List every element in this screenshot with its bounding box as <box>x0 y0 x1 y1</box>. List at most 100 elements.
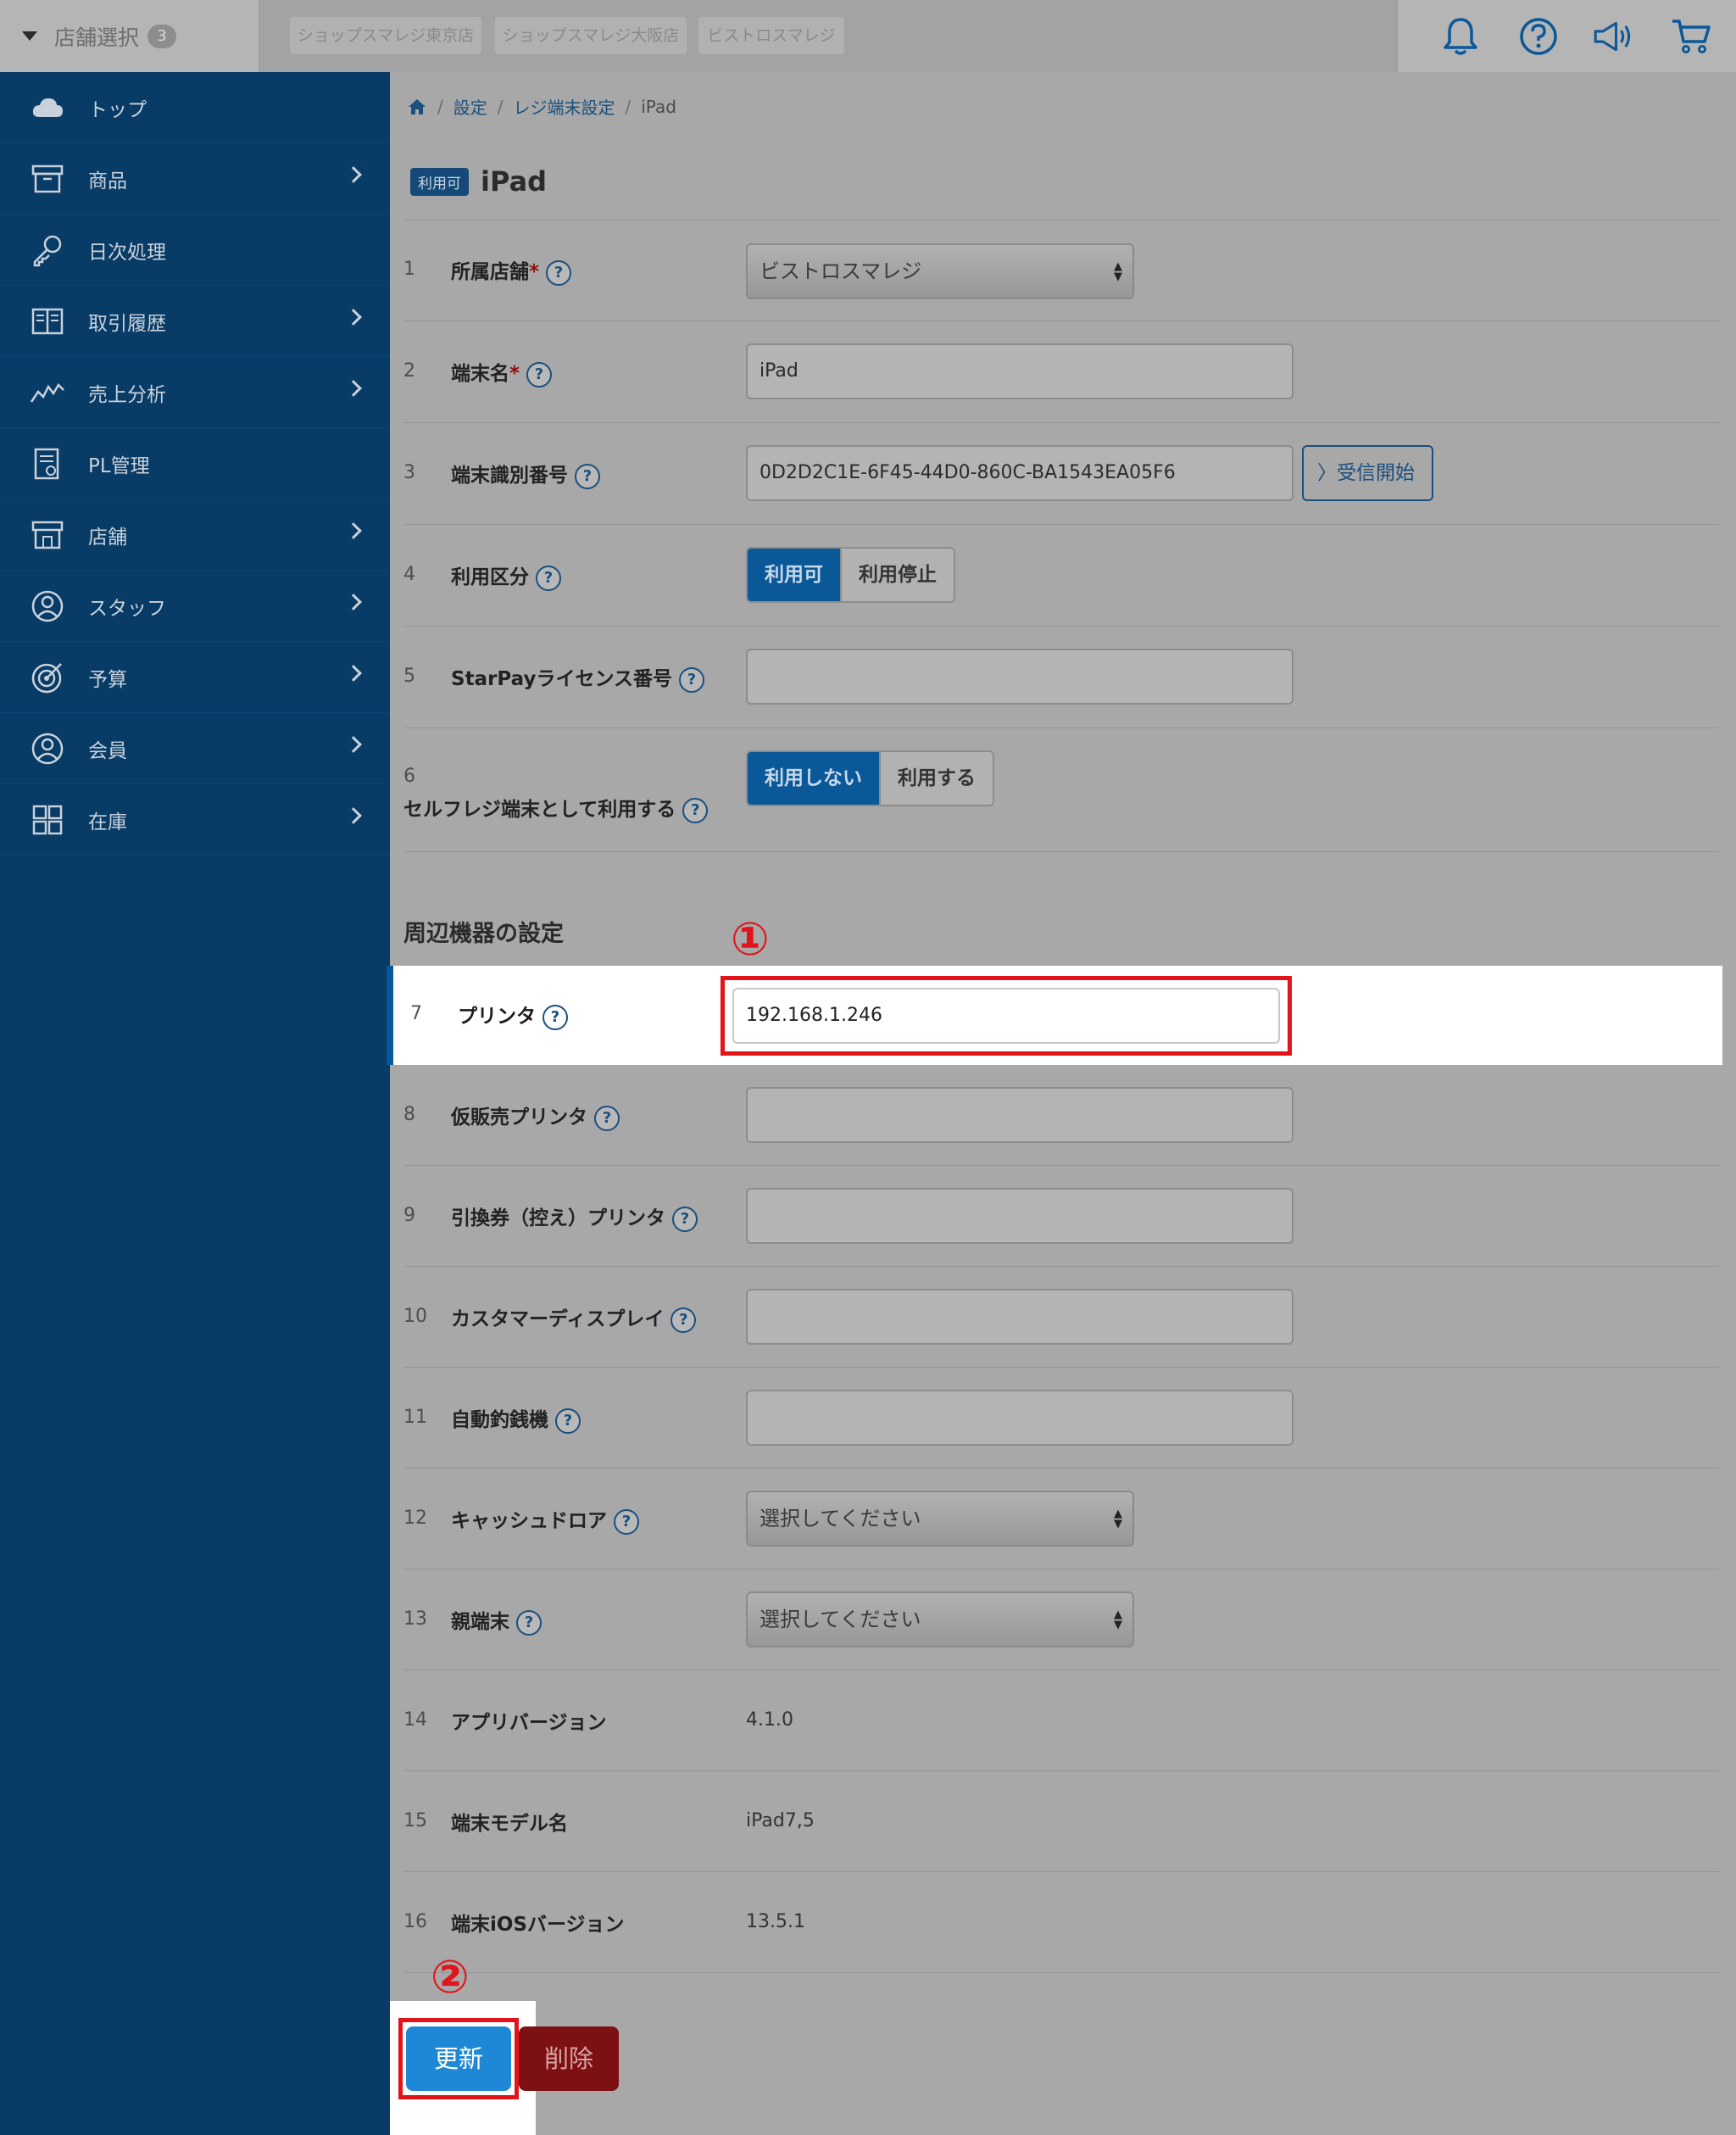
help-icon[interactable]: ? <box>516 1609 542 1636</box>
sidebar-item-budget[interactable]: 予算 <box>0 642 390 713</box>
ios-version-value: 13.5.1 <box>746 1911 805 1932</box>
sidebar-item-label: 商品 <box>88 170 127 192</box>
field-label: カスタマーディスプレイ <box>451 1308 665 1330</box>
select-arrows-icon: ▲ ▼ <box>1114 1608 1122 1631</box>
highlight-box-1 <box>721 976 1292 1056</box>
breadcrumb-settings[interactable]: 設定 <box>453 94 487 119</box>
shop-tab-osaka[interactable]: ショップスマレジ大阪店 <box>495 17 687 54</box>
sidebar-item-pl[interactable]: PL管理 <box>0 428 390 499</box>
help-icon[interactable]: ? <box>542 1004 568 1030</box>
help-icon[interactable]: ? <box>672 1206 698 1232</box>
sidebar-item-sales-analysis[interactable]: 売上分析 <box>0 357 390 428</box>
help-icon[interactable]: ? <box>670 1307 697 1333</box>
help-icon[interactable]: ? <box>575 463 600 489</box>
report-icon <box>29 445 66 482</box>
self-register-option-no[interactable]: 利用しない <box>748 752 879 805</box>
sidebar-item-history[interactable]: 取引履歴 <box>0 286 390 357</box>
starpay-license-input[interactable] <box>746 649 1294 705</box>
help-icon[interactable]: ? <box>536 565 561 591</box>
annotation-marker-2: ② <box>431 1950 470 2004</box>
store-select-dropdown[interactable]: 店舗選択 3 <box>0 0 259 72</box>
sidebar-item-products[interactable]: 商品 <box>0 143 390 215</box>
sidebar-item-daily[interactable]: 日次処理 <box>0 215 390 286</box>
help-icon[interactable]: ? <box>614 1508 639 1535</box>
caret-down-icon <box>22 31 37 41</box>
top-bar: 店舗選択 3 ショップスマレジ東京店 ショップスマレジ大阪店 ビストロスマレジ <box>0 0 1736 72</box>
field-label: キャッシュドロア <box>451 1510 607 1532</box>
sidebar-item-label: スタッフ <box>88 597 166 620</box>
breadcrumb-current: iPad <box>641 96 676 117</box>
store-count-badge: 3 <box>147 24 177 48</box>
cash-drawer-select[interactable]: 選択してください ▲ ▼ <box>746 1491 1134 1547</box>
form-row-starpay: 5 StarPayライセンス番号? <box>403 627 1719 728</box>
field-label: 親端末 <box>451 1611 509 1633</box>
field-label: StarPayライセンス番号 <box>451 668 673 690</box>
sidebar-item-store[interactable]: 店舗 <box>0 499 390 571</box>
sidebar-item-staff[interactable]: スタッフ <box>0 571 390 642</box>
usage-option-enabled[interactable]: 利用可 <box>748 549 840 601</box>
store-select[interactable]: ビストロスマレジ ▲ ▼ <box>746 243 1134 299</box>
book-icon <box>29 303 66 340</box>
self-register-option-yes[interactable]: 利用する <box>879 752 993 805</box>
megaphone-icon[interactable] <box>1591 14 1635 59</box>
help-icon[interactable]: ? <box>594 1105 620 1131</box>
sidebar-item-member[interactable]: 会員 <box>0 713 390 784</box>
help-icon[interactable]: ? <box>679 666 705 693</box>
page-title-text: iPad <box>481 165 548 198</box>
customer-display-input[interactable] <box>746 1289 1294 1345</box>
help-icon[interactable]: ? <box>555 1408 581 1434</box>
app-version-value: 4.1.0 <box>746 1709 793 1731</box>
field-label: 仮販売プリンタ <box>451 1107 587 1129</box>
breadcrumb-register-settings[interactable]: レジ端末設定 <box>514 94 615 119</box>
help-icon[interactable]: ? <box>682 797 709 823</box>
voucher-printer-input[interactable] <box>746 1188 1294 1244</box>
person-icon <box>29 588 66 625</box>
key-icon <box>29 231 66 269</box>
form-row-usage: 4 利用区分? 利用可 利用停止 <box>403 525 1719 627</box>
change-machine-input[interactable] <box>746 1390 1294 1446</box>
model-value: iPad7,5 <box>746 1810 815 1831</box>
sidebar-item-top[interactable]: トップ <box>0 72 390 143</box>
field-label: セルフレジ端末として利用する <box>403 799 676 821</box>
sidebar-item-label: トップ <box>88 98 147 121</box>
terminal-name-input[interactable]: iPad <box>746 343 1294 399</box>
breadcrumb: / 設定 / レジ端末設定 / iPad <box>407 94 676 119</box>
form-row-terminal-id: 3 端末識別番号? 0D2D2C1E-6F45-44D0-860C-BA1543… <box>403 423 1719 525</box>
page-title: 利用可 iPad <box>410 165 547 198</box>
member-icon <box>29 730 66 767</box>
sidebar-item-label: PL管理 <box>88 454 150 477</box>
field-label: 所属店舗 <box>451 261 529 283</box>
form-row-temp-printer: 8 仮販売プリンタ? <box>403 1065 1719 1166</box>
field-label: 端末iOSバージョン <box>451 1914 625 1936</box>
form-row-customer-display: 10 カスタマーディスプレイ? <box>403 1267 1719 1368</box>
sidebar-item-inventory[interactable]: 在庫 <box>0 784 390 856</box>
help-icon[interactable]: ? <box>526 361 553 387</box>
sidebar-item-label: 取引履歴 <box>88 312 166 335</box>
form-row-change-machine: 11 自動釣銭機? <box>403 1368 1719 1469</box>
field-label: 利用区分 <box>451 566 529 588</box>
receive-start-button[interactable]: 〉受信開始 <box>1302 445 1433 501</box>
home-icon[interactable] <box>407 98 427 116</box>
bell-icon[interactable] <box>1438 14 1483 59</box>
parent-terminal-select[interactable]: 選択してください ▲ ▼ <box>746 1591 1134 1647</box>
field-label: 引換券（控え）プリンタ <box>451 1207 665 1229</box>
shop-tab-tokyo[interactable]: ショップスマレジ東京店 <box>290 17 481 54</box>
shop-tab-bistro[interactable]: ビストロスマレジ <box>698 17 844 54</box>
self-register-toggle: 利用しない 利用する <box>746 750 994 806</box>
grid-icon <box>29 801 66 839</box>
usage-option-disabled[interactable]: 利用停止 <box>840 549 954 601</box>
help-icon[interactable] <box>1516 14 1561 59</box>
chevron-right-icon <box>345 309 362 326</box>
form-row-cash-drawer: 12 キャッシュドロア? 選択してください ▲ ▼ <box>403 1469 1719 1569</box>
chevron-right-icon <box>345 380 362 397</box>
main-content: / 設定 / レジ端末設定 / iPad 利用可 iPad 1 所属店舗*? ビ… <box>390 72 1736 2135</box>
delete-button[interactable]: 削除 <box>519 2026 619 2091</box>
sidebar-item-label: 会員 <box>88 739 127 762</box>
sidebar: トップ 商品 日次処理 取引履歴 売上分析 PL管理 店舗 スタッフ 予算 会員… <box>0 72 390 2135</box>
store-icon <box>29 516 66 554</box>
help-icon[interactable]: ? <box>546 259 572 286</box>
terminal-id-input[interactable]: 0D2D2C1E-6F45-44D0-860C-BA1543EA05F6 <box>746 445 1294 501</box>
chevron-right-icon <box>345 594 362 610</box>
cart-icon[interactable] <box>1669 14 1713 59</box>
temp-printer-input[interactable] <box>746 1087 1294 1143</box>
